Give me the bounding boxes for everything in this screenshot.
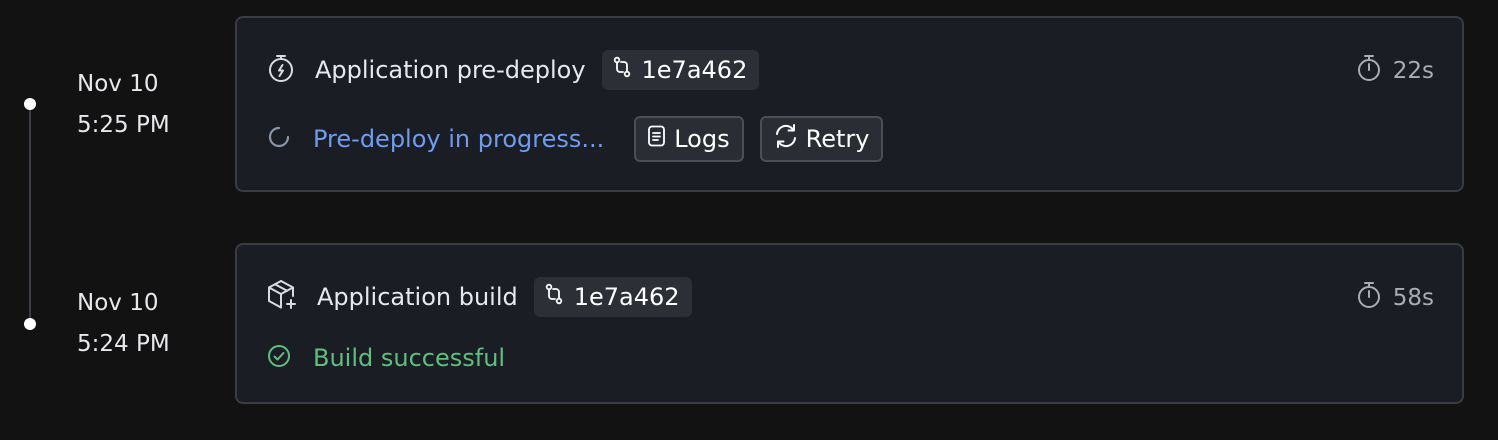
build-step-card: Application build 1e7a462 58s Build succ…	[235, 243, 1464, 404]
retry-button-label: Retry	[805, 125, 870, 153]
deploy-step-card: Application pre-deploy 1e7a462 22s Pre-d…	[235, 16, 1464, 192]
commit-badge[interactable]: 1e7a462	[601, 50, 760, 90]
commit-hash: 1e7a462	[641, 56, 748, 84]
logs-button-label: Logs	[674, 125, 730, 153]
document-icon	[646, 124, 674, 154]
timeline-line	[29, 104, 31, 324]
spinner-icon	[267, 125, 291, 153]
timeline-dot	[24, 318, 36, 330]
event-date: Nov 10	[77, 71, 159, 97]
step-title: Application build	[317, 283, 518, 311]
step-duration: 22s	[1355, 54, 1434, 88]
timer-icon	[265, 52, 297, 88]
duration-value: 58s	[1392, 285, 1434, 311]
step-status: Build successful	[313, 344, 506, 372]
event-time: 5:24 PM	[77, 331, 170, 357]
commit-badge[interactable]: 1e7a462	[533, 277, 692, 317]
logs-button[interactable]: Logs	[634, 116, 744, 162]
git-compare-icon	[544, 283, 574, 311]
retry-button[interactable]: Retry	[759, 116, 884, 162]
stopwatch-icon	[1355, 280, 1393, 316]
event-date: Nov 10	[77, 290, 159, 316]
step-header: Application pre-deploy 1e7a462	[265, 50, 760, 90]
timeline-dot	[24, 98, 36, 110]
stopwatch-icon	[1355, 53, 1393, 89]
check-circle-icon	[267, 344, 291, 372]
refresh-icon	[772, 122, 806, 156]
package-icon	[265, 278, 299, 316]
step-title: Application pre-deploy	[315, 56, 586, 84]
step-header: Application build 1e7a462	[265, 277, 692, 317]
step-duration: 58s	[1355, 281, 1434, 315]
step-status: Pre-deploy in progress...	[313, 125, 605, 153]
git-compare-icon	[612, 56, 642, 84]
duration-value: 22s	[1392, 58, 1434, 84]
step-status-row: Pre-deploy in progress... Logs Retry	[267, 116, 884, 162]
commit-hash: 1e7a462	[573, 283, 680, 311]
step-status-row: Build successful	[267, 341, 505, 375]
event-time: 5:25 PM	[77, 112, 170, 138]
